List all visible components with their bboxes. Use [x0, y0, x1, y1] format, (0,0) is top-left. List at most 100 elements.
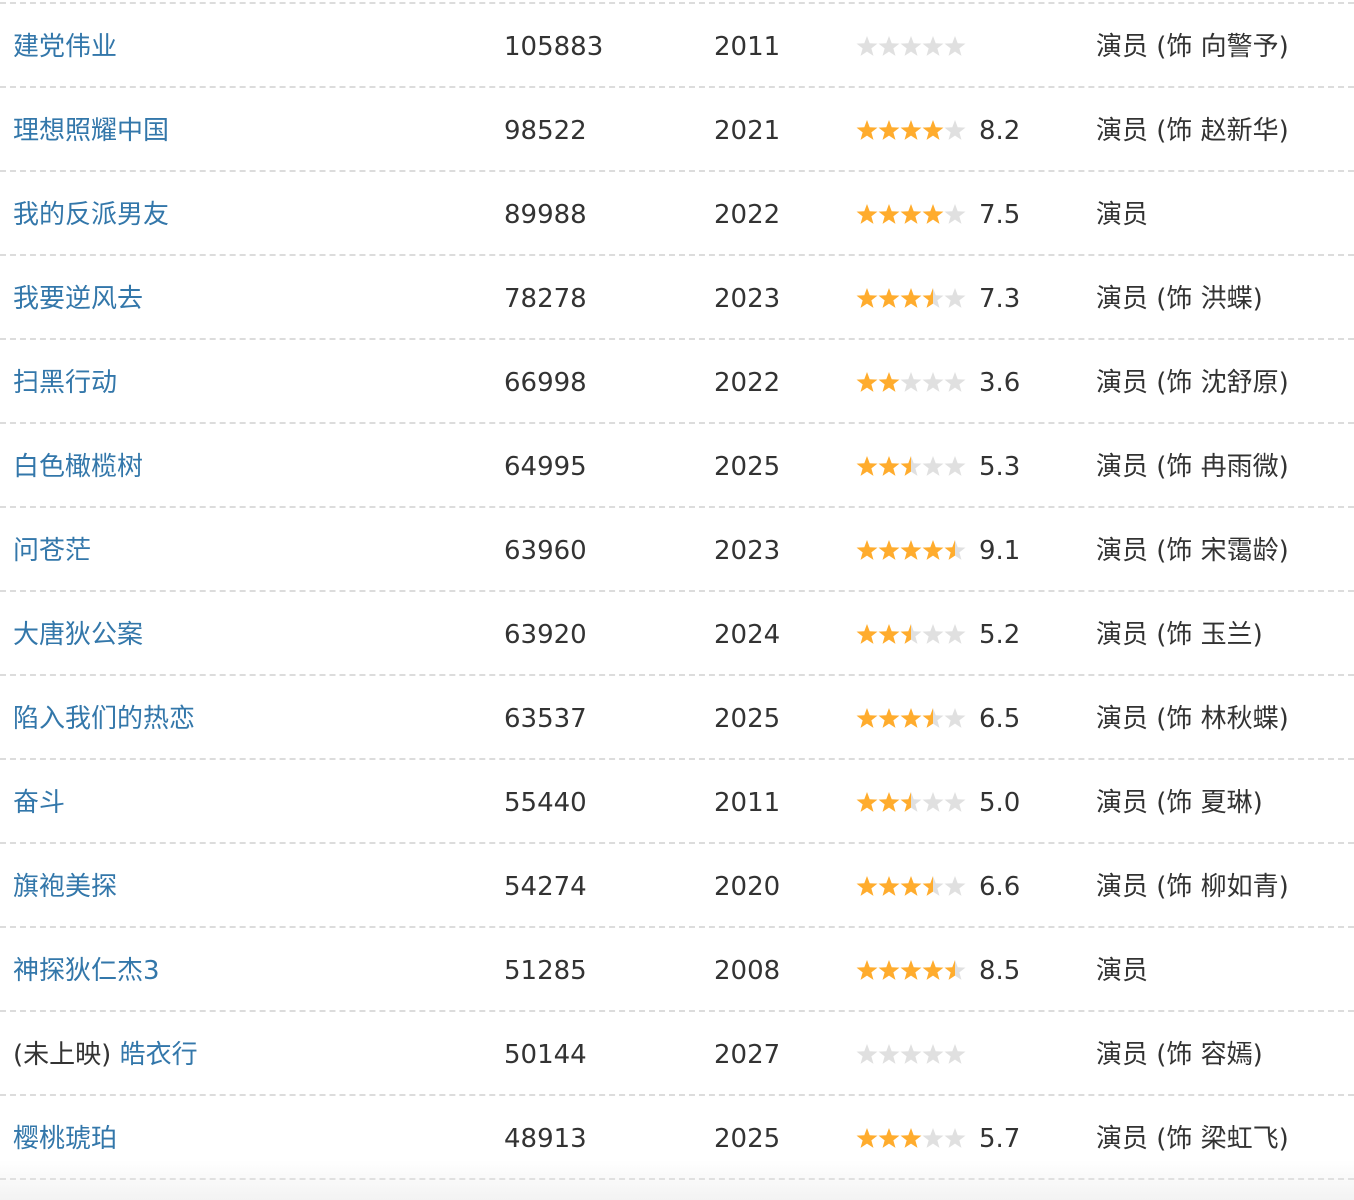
work-title-link[interactable]: 问苍茫	[13, 536, 91, 566]
stars-graphic	[856, 1044, 966, 1064]
star-rating	[856, 875, 966, 899]
release-year: 2022	[714, 368, 781, 398]
star-icon	[922, 372, 944, 392]
release-year: 2021	[714, 116, 781, 146]
table-row: 神探狄仁杰3 51285 2008 8.5 演员	[0, 928, 1354, 1012]
title-cell: 理想照耀中国	[13, 88, 169, 172]
stars-graphic	[856, 540, 966, 560]
star-rating	[856, 455, 966, 479]
title-cell: 奋斗	[13, 760, 65, 844]
work-title-link[interactable]: 大唐狄公案	[13, 620, 143, 650]
votes-count: 63960	[504, 536, 587, 566]
star-icon	[922, 792, 944, 812]
star-icon	[900, 540, 922, 560]
table-row: (未上映) 皓衣行 50144 2027 演员 (饰 容嫣)	[0, 1012, 1354, 1096]
work-title-link[interactable]: 扫黑行动	[13, 368, 117, 398]
release-year: 2025	[714, 1124, 781, 1154]
star-icon	[944, 204, 966, 224]
role-text: 演员 (饰 宋霭龄)	[1096, 536, 1289, 566]
star-icon	[944, 288, 966, 308]
work-title-link[interactable]: 我要逆风去	[13, 284, 143, 314]
votes-count: 78278	[504, 284, 587, 314]
votes-count: 98522	[504, 116, 587, 146]
votes-count: 63920	[504, 620, 587, 650]
rating-score: 3.6	[979, 368, 1021, 398]
votes-count: 48913	[504, 1124, 587, 1154]
work-title-link[interactable]: 白色橄榄树	[13, 452, 143, 482]
role-text: 演员 (饰 冉雨微)	[1096, 452, 1289, 482]
stars-graphic	[856, 36, 966, 56]
star-icon	[856, 708, 878, 728]
work-title-link[interactable]: 建党伟业	[13, 32, 117, 62]
star-icon	[922, 120, 944, 140]
work-title-link[interactable]: 旗袍美探	[13, 872, 117, 902]
star-icon	[900, 624, 922, 644]
star-rating	[856, 119, 966, 143]
star-icon	[878, 204, 900, 224]
star-icon	[856, 36, 878, 56]
work-title-link[interactable]: 理想照耀中国	[13, 116, 169, 146]
rating-score: 9.1	[979, 536, 1021, 566]
role-text: 演员	[1096, 200, 1149, 230]
star-icon	[878, 372, 900, 392]
work-title-link[interactable]: 神探狄仁杰3	[13, 956, 160, 986]
role-text: 演员 (饰 玉兰)	[1096, 620, 1263, 650]
title-cell: 建党伟业	[13, 4, 117, 88]
title-cell: 陷入我们的热恋	[13, 676, 195, 760]
table-row: 陷入我们的热恋 63537 2025 6.5 演员 (饰 林秋蝶)	[0, 676, 1354, 760]
star-icon	[856, 1128, 878, 1148]
role-text: 演员 (饰 柳如青)	[1096, 872, 1289, 902]
stars-graphic	[856, 792, 966, 812]
star-icon	[944, 372, 966, 392]
star-icon	[922, 1128, 944, 1148]
star-icon	[856, 876, 878, 896]
star-icon	[922, 36, 944, 56]
title-cell: 我的反派男友	[13, 172, 169, 256]
star-icon	[900, 204, 922, 224]
stars-graphic	[856, 960, 966, 980]
work-title-link[interactable]: 皓衣行	[120, 1040, 198, 1070]
votes-count: 63537	[504, 704, 587, 734]
release-year: 2024	[714, 620, 781, 650]
table-row: 我的反派男友 89988 2022 7.5 演员	[0, 172, 1354, 256]
title-cell: 白色橄榄树	[13, 424, 143, 508]
rating-score: 8.2	[979, 116, 1021, 146]
release-year: 2023	[714, 536, 781, 566]
star-rating	[856, 371, 966, 395]
table-row: 大唐狄公案 63920 2024 5.2 演员 (饰 玉兰)	[0, 592, 1354, 676]
work-title-link[interactable]: 陷入我们的热恋	[13, 704, 195, 734]
rating-score: 6.6	[979, 872, 1021, 902]
work-title-link[interactable]: 奋斗	[13, 788, 65, 818]
title-cell: 我要逆风去	[13, 256, 143, 340]
stars-graphic	[856, 288, 966, 308]
role-text: 演员 (饰 容嫣)	[1096, 1040, 1263, 1070]
work-title-link[interactable]: 樱桃琥珀	[13, 1124, 117, 1154]
star-icon	[944, 456, 966, 476]
table-row: 建党伟业 105883 2011 演员 (饰 向警予)	[0, 4, 1354, 88]
star-icon	[878, 1044, 900, 1064]
title-cell: 问苍茫	[13, 508, 91, 592]
role-text: 演员 (饰 梁虹飞)	[1096, 1124, 1289, 1154]
star-icon	[944, 876, 966, 896]
star-icon	[900, 456, 922, 476]
title-cell: 扫黑行动	[13, 340, 117, 424]
star-icon	[944, 624, 966, 644]
star-icon	[878, 708, 900, 728]
rating-score: 7.3	[979, 284, 1021, 314]
star-icon	[900, 36, 922, 56]
table-row: 问苍茫 63960 2023 9.1 演员 (饰 宋霭龄)	[0, 508, 1354, 592]
votes-count: 50144	[504, 1040, 587, 1070]
star-icon	[856, 456, 878, 476]
rating-score: 5.2	[979, 620, 1021, 650]
star-icon	[922, 288, 944, 308]
table-row: 旗袍美探 54274 2020 6.6 演员 (饰 柳如青)	[0, 844, 1354, 928]
table-row: 奋斗 55440 2011 5.0 演员 (饰 夏琳)	[0, 760, 1354, 844]
work-title-link[interactable]: 我的反派男友	[13, 200, 169, 230]
star-icon	[922, 456, 944, 476]
stars-graphic	[856, 624, 966, 644]
rating-score: 6.5	[979, 704, 1021, 734]
star-rating	[856, 791, 966, 815]
table-row: 理想照耀中国 98522 2021 8.2 演员 (饰 赵新华)	[0, 88, 1354, 172]
unreleased-label: (未上映)	[13, 1040, 112, 1070]
release-year: 2022	[714, 200, 781, 230]
